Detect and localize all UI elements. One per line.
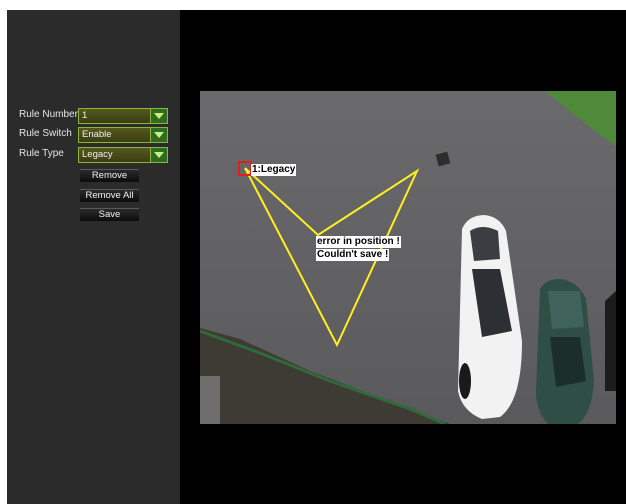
error-message-line1: error in position ! bbox=[316, 236, 401, 248]
chevron-down-icon[interactable] bbox=[150, 109, 167, 123]
rule-number-row: Rule Number 1 bbox=[7, 108, 180, 124]
rule-number-value: 1 bbox=[82, 110, 88, 121]
error-message-line2: Couldn't save ! bbox=[316, 249, 390, 261]
camera-video-view[interactable]: 1:Legacy error in position ! Couldn't sa… bbox=[200, 91, 616, 424]
chevron-down-icon[interactable] bbox=[150, 128, 167, 142]
rule-switch-select[interactable]: Enable bbox=[78, 127, 168, 143]
rule-number-select[interactable]: 1 bbox=[78, 108, 168, 124]
rule-type-value: Legacy bbox=[82, 149, 113, 160]
rule-switch-label: Rule Switch bbox=[19, 128, 72, 139]
rule-settings-panel: Rule Number 1 Rule Switch Enable Rule Ty… bbox=[7, 10, 180, 504]
green-car bbox=[536, 279, 594, 424]
app-window: Rule Number 1 Rule Switch Enable Rule Ty… bbox=[7, 10, 626, 504]
rule-number-label: Rule Number bbox=[19, 109, 78, 120]
remove-all-button[interactable]: Remove All bbox=[80, 189, 139, 202]
save-button[interactable]: Save bbox=[80, 208, 139, 221]
wall-block bbox=[200, 376, 220, 424]
remove-button[interactable]: Remove bbox=[80, 169, 139, 182]
camera-scene bbox=[200, 91, 616, 424]
rule-tag-label: 1:Legacy bbox=[251, 164, 297, 176]
rule-type-select[interactable]: Legacy bbox=[78, 147, 168, 163]
rule-switch-row: Rule Switch Enable bbox=[7, 127, 180, 143]
rule-type-label: Rule Type bbox=[19, 148, 64, 159]
chevron-down-icon[interactable] bbox=[150, 148, 167, 162]
rule-switch-value: Enable bbox=[82, 129, 112, 140]
rule-type-row: Rule Type Legacy bbox=[7, 147, 180, 163]
dark-car bbox=[605, 291, 616, 391]
